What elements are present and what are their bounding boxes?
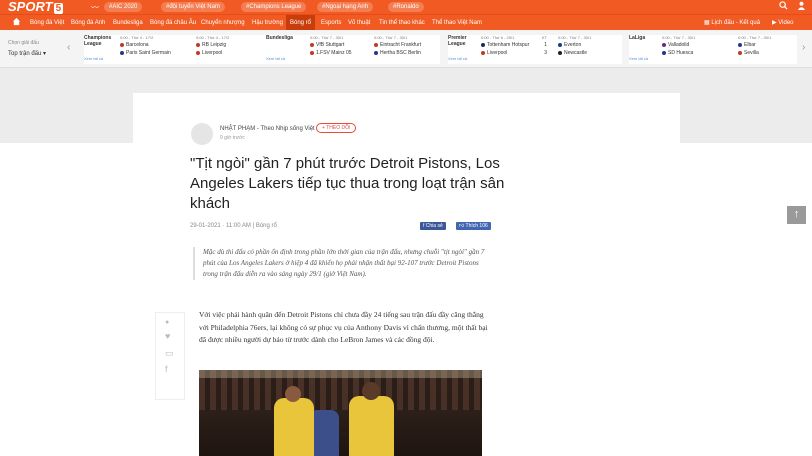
article-title: "Tịt ngòi" gần 7 phút trước Detroit Pist… <box>190 155 505 212</box>
team-logo-icon <box>662 42 666 47</box>
nav-item-the-thao-viet-nam[interactable]: Thể thao Việt Nam <box>432 15 482 31</box>
team-logo-icon <box>481 42 485 47</box>
article-body: Với việc phải hành quân đến Detroit Pist… <box>199 310 488 344</box>
match-item[interactable]: 0:00 - Thứ 4 - 17/2 RB Leipzig Liverpool <box>196 35 229 64</box>
match-item[interactable]: 0:00 - Thứ 7 - 30/1 Everton Newcastle <box>558 35 591 64</box>
nav-item-vo-thuat[interactable]: Võ thuật <box>348 15 370 31</box>
facebook-share-button[interactable]: f Chia sẻ <box>420 222 446 230</box>
tag-item[interactable]: #Ronaldo <box>388 2 424 12</box>
league-card: Premier League Xem tất cả 0:00 - Thứ 6 -… <box>448 35 622 64</box>
article-date: 29-01-2021 · 11:00 AM <box>190 223 251 229</box>
photo-player-1-head <box>285 386 301 402</box>
comment-icon[interactable]: ▭ <box>165 348 174 359</box>
league-select[interactable]: Top trận đấu ▾ <box>8 50 46 57</box>
team-logo-icon <box>738 50 742 55</box>
author-avatar[interactable] <box>191 123 213 145</box>
chevron-left-icon[interactable]: ‹ <box>67 42 70 53</box>
tag-item[interactable]: #AIC 2020 <box>104 2 143 12</box>
league-card: Champions League Xem tất cả 0:00 - Thứ 4… <box>84 35 278 64</box>
team-logo-icon <box>558 50 562 55</box>
post-time: 9 giờ trước <box>220 135 245 141</box>
search-icon[interactable] <box>779 1 788 12</box>
video-link[interactable]: ▶ Video <box>772 15 794 31</box>
tag-item[interactable]: #đội tuyển Việt Nam <box>161 2 225 12</box>
chevron-down-icon: ▾ <box>43 51 47 57</box>
team-logo-icon <box>310 50 314 55</box>
nav-item-bong-ro[interactable]: Bóng rổ <box>286 15 316 31</box>
league-header[interactable]: LaLiga Xem tất cả <box>629 35 659 64</box>
photo-player-2-head <box>362 382 380 400</box>
match-item[interactable]: 0:00 - Thứ 7 - 30/1 Elbar Sevilla <box>738 35 771 64</box>
tag-item[interactable]: #Ngoại hạng Anh <box>317 2 374 12</box>
team-logo-icon <box>558 42 562 47</box>
main-nav: Bóng đá Việt Bóng đá Anh Bundesliga Bóng… <box>0 14 812 31</box>
nav-item-bundesliga[interactable]: Bundesliga <box>113 15 143 31</box>
schedule-link[interactable]: ▦ Lịch đấu - Kết quả <box>704 15 760 31</box>
photo-player-1 <box>274 398 314 456</box>
photo-player-2 <box>349 396 394 456</box>
user-icon[interactable] <box>797 1 806 12</box>
team-logo-icon <box>310 42 314 47</box>
league-card: LaLiga Xem tất cả 0:00 - Thứ 7 - 30/1 Va… <box>629 35 797 64</box>
match-item[interactable]: 0:00 - Thứ 6 - 29/1 KT Tottenham Hotspur… <box>481 35 547 64</box>
article-meta: 29-01-2021 · 11:00 AM | Bóng rổ <box>190 223 277 229</box>
match-item[interactable]: 0:00 - Thứ 7 - 30/1 Valladolid SD Huesca <box>662 35 695 64</box>
league-header[interactable]: Bundesliga Xem tất cả <box>266 35 296 64</box>
match-item[interactable]: 0:00 - Thứ 7 - 30/1 Eintracht Frankfurt … <box>374 35 421 64</box>
nav-item-chuyen-nhuong[interactable]: Chuyển nhượng <box>201 15 245 31</box>
nav-item-bong-da-chau-au[interactable]: Bóng đá châu Âu <box>150 15 196 31</box>
team-logo-icon <box>374 42 378 47</box>
team-logo-icon <box>662 50 666 55</box>
nav-item-the-thao-khac[interactable]: Tin thể thao khác <box>379 15 425 31</box>
chevron-right-icon[interactable]: › <box>802 42 805 53</box>
league-card: Bundesliga Xem tất cả 0:00 - Thứ 7 - 30/… <box>266 35 440 64</box>
facebook-icon[interactable]: f <box>165 364 168 374</box>
home-icon[interactable] <box>12 17 21 28</box>
league-header[interactable]: Premier League Xem tất cả <box>448 35 478 64</box>
article-container <box>133 93 680 143</box>
article-photo[interactable] <box>199 370 482 456</box>
trending-icon: 〰 <box>91 3 99 12</box>
team-logo-icon <box>120 42 124 47</box>
team-logo-icon <box>196 50 200 55</box>
share-sidebar: ● ♥ ▭ f <box>155 312 185 400</box>
team-logo-icon <box>374 50 378 55</box>
match-item[interactable]: 0:00 - Thứ 7 - 30/1 VfB Stuttgart 1.FSV … <box>310 35 352 64</box>
team-logo-icon <box>481 50 485 55</box>
top-bar: SPORT 5 〰 #AIC 2020 #đội tuyển Việt Nam #… <box>0 0 812 14</box>
league-select-label: Chọn giải đấu <box>8 40 39 46</box>
nav-item-bong-da-anh[interactable]: Bóng đá Anh <box>71 15 105 31</box>
arrow-up-icon: ↑ <box>793 208 800 220</box>
scroll-to-top-button[interactable]: ↑ <box>787 206 806 224</box>
dot-icon: ● <box>165 319 170 326</box>
article-summary: Mặc dù thi đấu có phần ổn định trong phầ… <box>193 247 490 280</box>
tag-item[interactable]: #Champions League <box>241 2 307 12</box>
photo-light <box>199 370 482 378</box>
facebook-like-button[interactable]: 👍︎ Thích 106 <box>456 222 491 230</box>
match-item[interactable]: 0:00 - Thứ 4 - 17/2 Barcelona Paris Sain… <box>120 35 171 64</box>
site-logo[interactable]: SPORT 5 <box>8 0 64 14</box>
team-logo-icon <box>196 42 200 47</box>
nav-item-hau-truong[interactable]: Hậu trường <box>252 15 283 31</box>
score-bar: Chọn giải đấu Top trận đấu ▾ ‹ Champions… <box>0 30 812 68</box>
article-category[interactable]: Bóng rổ <box>256 223 277 229</box>
team-logo-icon <box>120 50 124 55</box>
follow-button[interactable]: + THEO DÕI <box>316 123 357 133</box>
nav-item-bong-da-viet[interactable]: Bóng đá Việt <box>30 15 64 31</box>
heart-icon[interactable]: ♥ <box>165 331 170 341</box>
nav-item-esports[interactable]: Esports <box>321 15 341 31</box>
author-name[interactable]: NHẬT PHẠM - Theo Nhịp sống Việt <box>220 126 315 132</box>
league-header[interactable]: Champions League Xem tất cả <box>84 35 114 64</box>
team-logo-icon <box>738 42 742 47</box>
